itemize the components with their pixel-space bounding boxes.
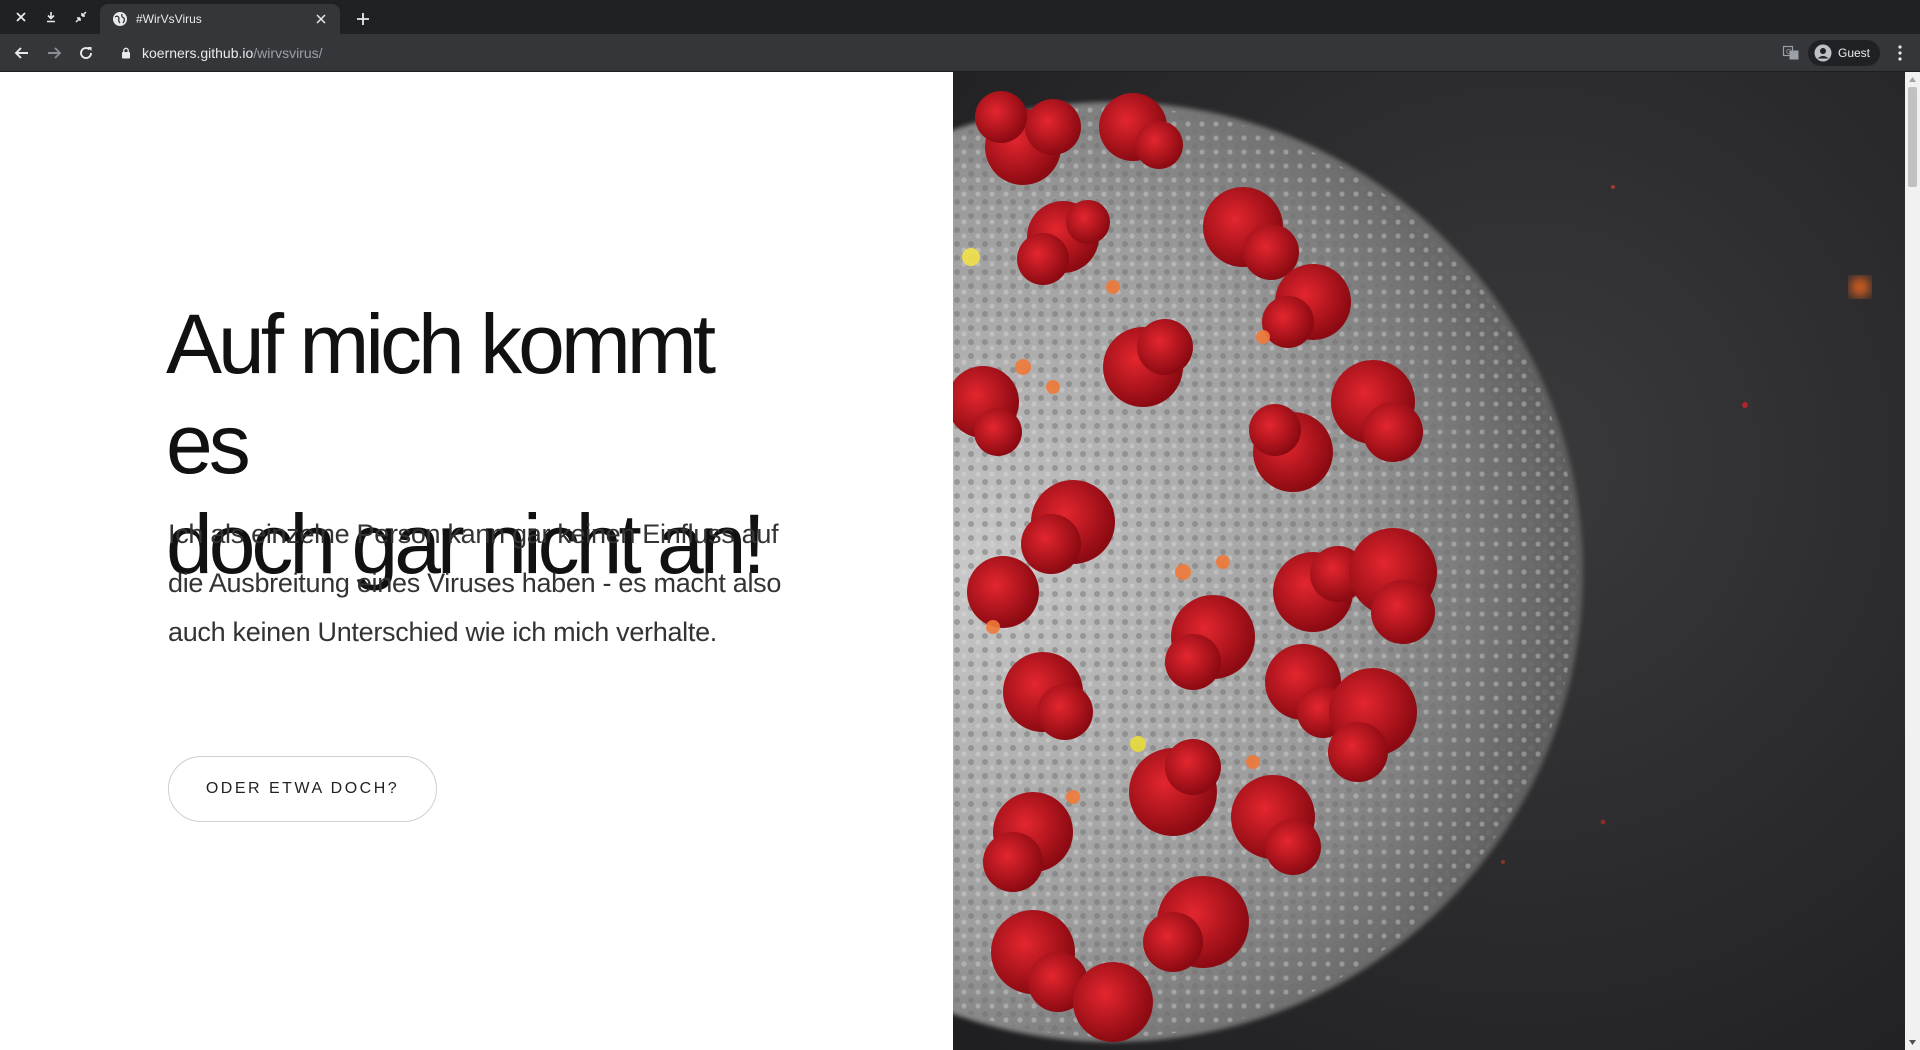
scrollbar-thumb[interactable]	[1908, 87, 1917, 187]
vertical-scrollbar[interactable]	[1905, 72, 1920, 1050]
scroll-up-arrow-icon[interactable]	[1905, 72, 1920, 87]
hero-image	[953, 72, 1905, 1050]
tab-title: #WirVsVirus	[136, 12, 202, 26]
scroll-down-arrow-icon[interactable]	[1905, 1035, 1920, 1050]
reload-icon[interactable]	[70, 37, 102, 69]
page-viewport: Auf mich kommt es doch gar nicht an! Ich…	[0, 72, 1920, 1050]
oder-etwa-doch-button[interactable]: ODER ETWA DOCH?	[168, 756, 437, 822]
profile-label: Guest	[1837, 45, 1870, 60]
headline-line-1: Auf mich kommt es	[166, 297, 716, 491]
minimize-window-icon[interactable]	[36, 0, 66, 34]
svg-text:G: G	[1786, 48, 1791, 56]
coronavirus-illustration	[953, 91, 1870, 1042]
close-window-icon[interactable]	[6, 0, 36, 34]
browser-toolbar: koerners.github.io/wirvsvirus/ G Guest	[0, 34, 1920, 72]
url-path: /wirvsvirus/	[253, 44, 323, 61]
new-tab-plus-icon[interactable]	[346, 4, 380, 34]
kebab-menu-icon[interactable]	[1888, 39, 1912, 67]
tab-wirvsvirus[interactable]: #WirVsVirus	[100, 4, 340, 34]
translate-icon[interactable]: G	[1782, 44, 1800, 62]
restore-window-icon[interactable]	[66, 0, 96, 34]
forward-arrow-icon[interactable]	[38, 37, 70, 69]
profile-button[interactable]: Guest	[1807, 39, 1880, 66]
lock-icon	[122, 47, 130, 58]
url-host: koerners.github.io	[142, 44, 254, 61]
window-controls	[0, 0, 96, 34]
back-arrow-icon[interactable]	[6, 37, 38, 69]
avatar-icon	[1814, 44, 1832, 61]
tab-close-icon[interactable]	[312, 10, 330, 28]
globe-icon	[113, 12, 127, 26]
address-bar[interactable]: koerners.github.io/wirvsvirus/	[110, 38, 1782, 68]
toolbar-right: G Guest	[1782, 39, 1920, 67]
text-panel: Auf mich kommt es doch gar nicht an! Ich…	[0, 72, 953, 1050]
intro-paragraph: Ich als einzelne Person kann gar keinen …	[168, 519, 782, 647]
tab-strip: #WirVsVirus	[0, 0, 1920, 34]
